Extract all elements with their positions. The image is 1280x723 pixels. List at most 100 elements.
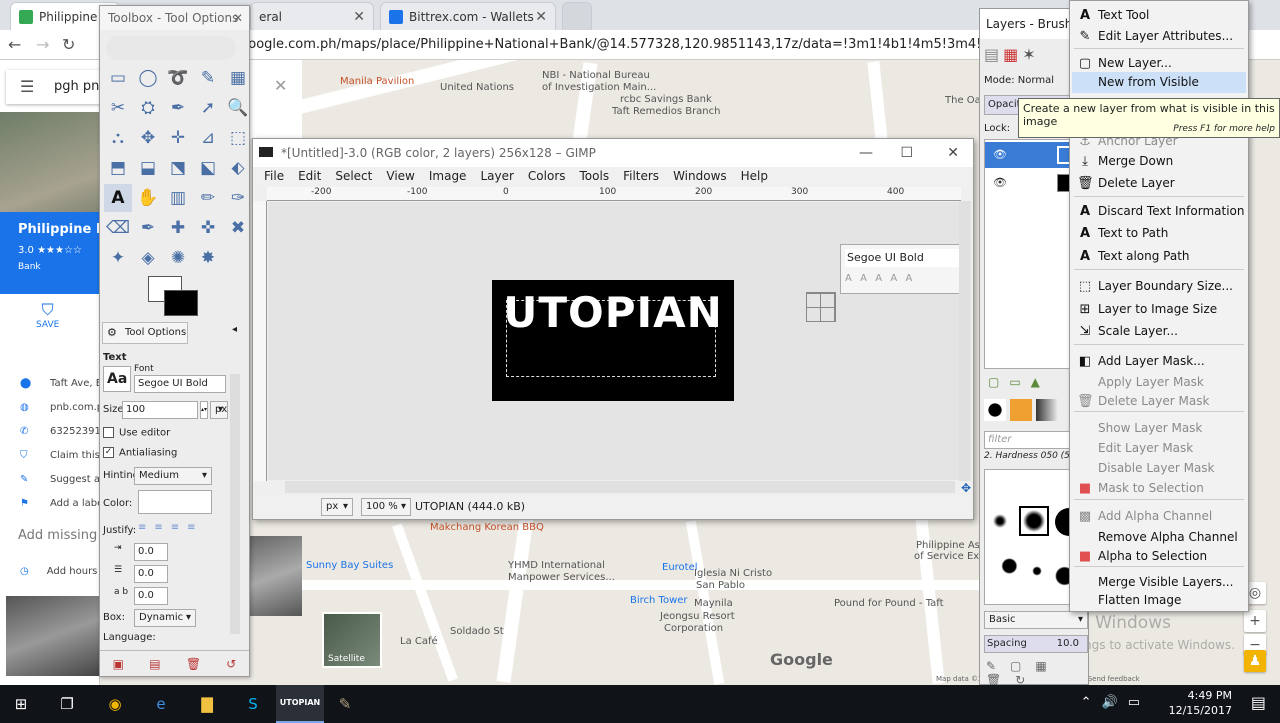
- menu-filters[interactable]: Filters: [616, 167, 666, 187]
- eye-icon[interactable]: 👁: [993, 148, 1007, 161]
- tool-button[interactable]: ⬖: [224, 154, 252, 182]
- color-selector[interactable]: [148, 276, 200, 316]
- menu-item-delete-layer[interactable]: 🗑 Delete Layer: [1072, 173, 1246, 194]
- checkbox[interactable]: [103, 427, 114, 438]
- tool-button[interactable]: ▦: [224, 64, 252, 92]
- menu-item-layer-boundary-size[interactable]: ⬚ Layer Boundary Size...: [1072, 276, 1246, 297]
- tool-button[interactable]: ⛭: [134, 94, 162, 122]
- menu-item-show-layer-mask[interactable]: Show Layer Mask: [1072, 418, 1246, 439]
- map-label[interactable]: Makchang Korean BBQ: [430, 522, 544, 533]
- file-explorer-icon[interactable]: ▇: [194, 691, 220, 717]
- forward-icon[interactable]: →: [36, 35, 49, 54]
- tool-button[interactable]: ✺: [164, 244, 192, 272]
- checkbox-checked[interactable]: ✓: [103, 447, 114, 458]
- tool-button[interactable]: ⬚: [224, 124, 252, 152]
- menu-icon[interactable]: ☰: [20, 70, 34, 104]
- tool-options-scrollbar[interactable]: [230, 374, 240, 634]
- pattern-swatch[interactable]: [1010, 399, 1032, 421]
- tool-button[interactable]: ✦: [104, 244, 132, 272]
- dock-tab-icons[interactable]: ▤▦✶: [984, 45, 1040, 64]
- address-bar[interactable]: google.com.ph/maps/place/Philippine+Nati…: [240, 34, 1000, 56]
- tool-button[interactable]: ▥: [164, 184, 192, 212]
- reset-options-icon[interactable]: ↺: [226, 657, 236, 671]
- text-style-buttons[interactable]: AAAAA: [845, 273, 920, 284]
- menu-item-add-alpha-channel[interactable]: ▩ Add Alpha Channel: [1072, 506, 1246, 527]
- add-hours[interactable]: ◷ Add hours: [20, 566, 97, 577]
- tool-button[interactable]: ✏: [194, 184, 222, 212]
- font-preview-button[interactable]: Aa: [103, 366, 131, 392]
- close-icon[interactable]: ✕: [535, 9, 547, 25]
- text-color-button[interactable]: [138, 490, 212, 514]
- place-photo-thumb[interactable]: [6, 596, 99, 676]
- tool-button[interactable]: ✸: [194, 244, 222, 272]
- canvas-area[interactable]: UTOPIAN Segoe UI Bold AAAAA: [268, 202, 960, 480]
- size-unit-select[interactable]: px: [210, 401, 228, 419]
- tab-bittrex[interactable]: Bittrex.com - Wallets ✕: [380, 2, 556, 30]
- menu-item-add-layer-mask[interactable]: ◧ Add Layer Mask...: [1072, 351, 1246, 372]
- unit-select[interactable]: px: [321, 498, 353, 516]
- close-icon[interactable]: ✕: [947, 139, 959, 167]
- image-canvas[interactable]: UTOPIAN: [492, 280, 734, 401]
- layers-tab-icon[interactable]: ▤: [984, 45, 1003, 64]
- map-label[interactable]: YHMD International: [508, 560, 605, 571]
- back-icon[interactable]: ←: [8, 35, 21, 54]
- close-icon[interactable]: ✕: [233, 6, 243, 30]
- tool-button[interactable]: ✜: [194, 214, 222, 242]
- map-label[interactable]: Jeongsu Resort: [660, 611, 735, 622]
- new-tab-button[interactable]: [562, 2, 592, 30]
- channels-tab-icon[interactable]: ▦: [1003, 45, 1022, 64]
- size-field[interactable]: 100: [122, 401, 198, 419]
- map-label[interactable]: Manpower Services...: [508, 572, 615, 583]
- map-label[interactable]: of Investigation Main...: [542, 82, 656, 93]
- map-label[interactable]: Corporation: [664, 623, 723, 634]
- menu-item-scale-layer[interactable]: ⇲ Scale Layer...: [1072, 321, 1246, 342]
- map-label[interactable]: San Pablo: [696, 580, 745, 591]
- place-detail-row[interactable]: ⚑ Add a labe: [20, 498, 99, 509]
- map-label[interactable]: NBI - National Bureau: [542, 70, 650, 81]
- menu-item-disable-layer-mask[interactable]: Disable Layer Mask: [1072, 458, 1246, 479]
- menu-item-flatten-image[interactable]: Flatten Image: [1072, 590, 1246, 611]
- tool-button[interactable]: ⬓: [134, 154, 162, 182]
- font-field[interactable]: Segoe UI Bold: [134, 375, 226, 393]
- use-editor-checkbox[interactable]: Use editor: [103, 427, 170, 439]
- box-select[interactable]: Dynamic: [134, 609, 196, 627]
- tab-general[interactable]: eral ✕: [250, 2, 374, 30]
- place-photo-thumb[interactable]: [250, 536, 302, 616]
- tool-button[interactable]: ◈: [134, 244, 162, 272]
- navigate-handle-icon[interactable]: [806, 292, 836, 322]
- menu-help[interactable]: Help: [734, 167, 775, 187]
- utopian-text[interactable]: UTOPIAN: [492, 288, 734, 337]
- task-view-icon[interactable]: ❐: [54, 691, 80, 717]
- map-label[interactable]: Manila Pavilion: [340, 76, 414, 87]
- taskbar-clock[interactable]: 4:49 PM 12/15/2017: [1169, 688, 1232, 718]
- menu-select[interactable]: Select: [328, 167, 379, 187]
- tool-button[interactable]: ✚: [164, 214, 192, 242]
- tool-button[interactable]: ➚: [194, 94, 222, 122]
- satellite-toggle[interactable]: Satellite: [322, 612, 382, 668]
- place-detail-row[interactable]: ◍ pnb.com.p: [20, 402, 99, 413]
- map-label[interactable]: rcbc Savings Bank: [620, 94, 712, 105]
- maximize-icon[interactable]: ☐: [900, 139, 913, 167]
- menu-item-mask-to-selection[interactable]: ■ Mask to Selection: [1072, 478, 1246, 499]
- map-label[interactable]: Taft Remedios Branch: [612, 106, 720, 117]
- tool-button[interactable]: ⊿: [194, 124, 222, 152]
- windows-start-icon[interactable]: ⊞: [8, 691, 34, 717]
- gradient-swatch[interactable]: [1036, 399, 1058, 421]
- tool-button[interactable]: ◯: [134, 64, 162, 92]
- pegman-icon[interactable]: ♟: [1244, 650, 1266, 672]
- menu-item-text-tool[interactable]: A Text Tool: [1072, 5, 1246, 26]
- map-label[interactable]: The Oa: [945, 95, 981, 106]
- background-color[interactable]: [164, 290, 198, 316]
- menu-item-edit-layer-mask[interactable]: Edit Layer Mask: [1072, 438, 1246, 459]
- tool-button[interactable]: ✋: [134, 184, 162, 212]
- zoom-select[interactable]: 100 %: [361, 498, 411, 516]
- system-tray-icons[interactable]: ⌃🔊▭: [1081, 695, 1150, 710]
- place-detail-row[interactable]: ⬤ Taft Ave, E: [20, 378, 99, 389]
- tool-button[interactable]: ⛬: [104, 124, 132, 152]
- brush-preview[interactable]: [993, 514, 1007, 528]
- menu-view[interactable]: View: [379, 167, 421, 187]
- paths-tab-icon[interactable]: ✶: [1022, 45, 1039, 64]
- tool-button[interactable]: 🔍: [224, 94, 252, 122]
- close-icon[interactable]: ✕: [353, 9, 365, 25]
- place-detail-row[interactable]: ✎ Suggest a: [20, 474, 99, 485]
